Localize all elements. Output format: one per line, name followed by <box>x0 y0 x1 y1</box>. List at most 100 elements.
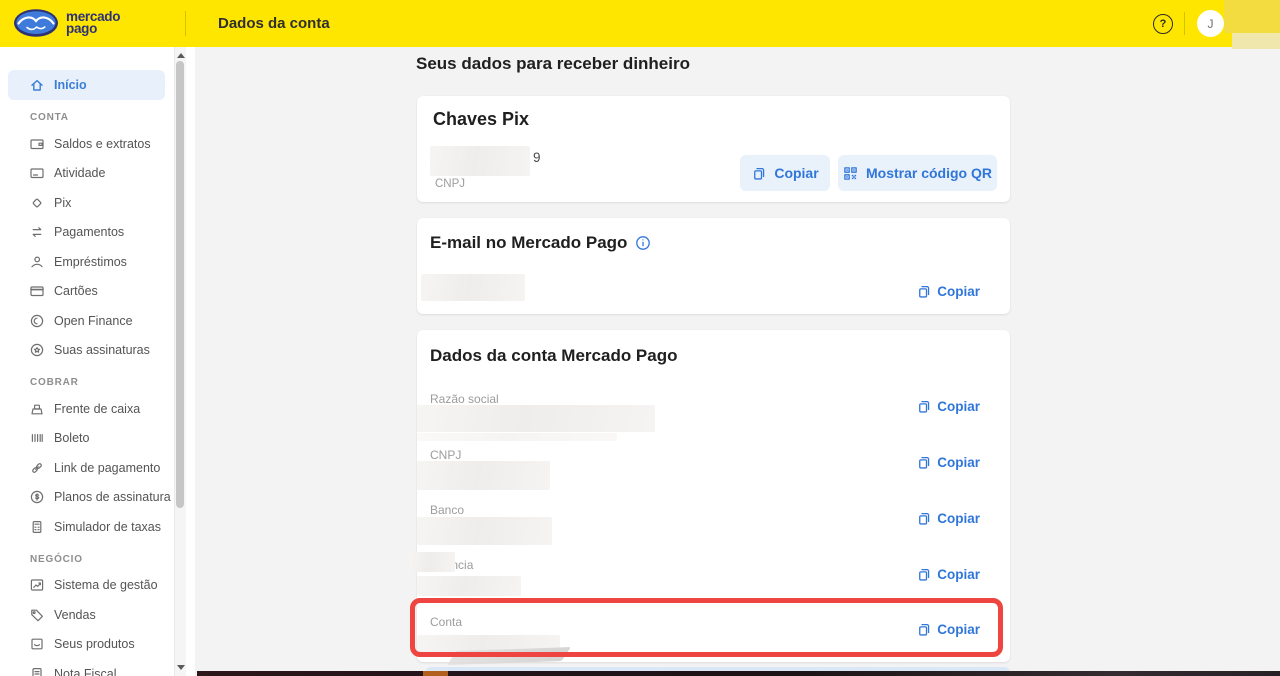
credit-card-icon <box>29 283 45 299</box>
email-card-title: E-mail no Mercado Pago <box>430 233 628 252</box>
box-icon <box>29 636 45 652</box>
sidebar-item-cartoes[interactable]: Cartões <box>0 277 195 307</box>
sidebar-item-label: Sistema de gestão <box>54 578 158 593</box>
sidebar-item-label: Suas assinaturas <box>54 343 150 358</box>
sidebar: Início CONTA Saldos e extratos Atividade… <box>0 47 195 676</box>
sidebar-item-vendas[interactable]: Vendas <box>0 600 195 630</box>
scroll-up-arrow-icon[interactable] <box>177 53 185 58</box>
header-divider <box>185 11 186 36</box>
pix-icon <box>29 195 45 211</box>
home-icon <box>29 77 45 93</box>
copy-icon <box>751 166 766 181</box>
qr-code-icon <box>843 166 858 181</box>
star-circle-icon <box>29 342 45 358</box>
copy-icon <box>916 511 931 526</box>
sidebar-item-sistema-de-gestao[interactable]: Sistema de gestão <box>0 571 195 601</box>
copy-cnpj-link[interactable]: Copiar <box>916 455 980 470</box>
sidebar-item-pix[interactable]: Pix <box>0 188 195 218</box>
tag-icon <box>29 607 45 623</box>
qr-button-label: Mostrar código QR <box>865 165 992 181</box>
copy-banco-link[interactable]: Copiar <box>916 511 980 526</box>
redacted-razao-social <box>417 405 655 432</box>
sidebar-item-label: Atividade <box>54 166 106 181</box>
sidebar-item-label: Saldos e extratos <box>54 136 151 151</box>
page-title: Dados da conta <box>218 15 330 32</box>
copy-razao-social-link[interactable]: Copiar <box>916 399 980 414</box>
document-icon <box>29 666 45 676</box>
copy-icon <box>916 284 931 299</box>
sidebar-item-emprestimos[interactable]: Empréstimos <box>0 247 195 277</box>
sidebar-item-nota-fiscal[interactable]: Nota Fiscal <box>0 659 195 676</box>
redacted-cnpj <box>417 461 550 490</box>
sidebar-scrollbar-thumb[interactable] <box>175 61 184 508</box>
sidebar-item-frente-de-caixa[interactable]: Frente de caixa <box>0 394 195 424</box>
copy-conta-link[interactable]: Copiar <box>916 622 980 637</box>
help-icon[interactable]: ? <box>1153 14 1173 34</box>
wallet-icon <box>29 136 45 152</box>
pix-card-title: Chaves Pix <box>433 109 530 129</box>
sidebar-item-label: Cartões <box>54 284 98 299</box>
show-qr-code-button[interactable]: Mostrar código QR <box>838 155 997 191</box>
sidebar-item-label: Vendas <box>54 607 96 622</box>
sidebar-item-label: Pix <box>54 195 72 210</box>
sidebar-item-pagamentos[interactable]: Pagamentos <box>0 218 195 248</box>
account-data-card: Dados da conta Mercado Pago Razão social… <box>409 330 1010 662</box>
sidebar-item-suas-assinaturas[interactable]: Suas assinaturas <box>0 336 195 366</box>
user-avatar[interactable]: J <box>1197 10 1224 37</box>
gray-redaction-smudge <box>447 647 571 665</box>
copy-agencia-link[interactable]: Copiar <box>916 567 980 582</box>
sidebar-item-label: Simulador de taxas <box>54 519 162 534</box>
activity-icon <box>29 165 45 181</box>
copy-pix-key-button[interactable]: Copiar <box>740 155 830 191</box>
copy-link-label: Copiar <box>937 455 980 470</box>
bottom-window-edge <box>197 671 1280 676</box>
sidebar-item-label: Boleto <box>54 431 90 446</box>
sidebar-item-label: Open Finance <box>54 313 133 328</box>
header-divider-right <box>1184 12 1185 35</box>
info-icon[interactable] <box>635 235 651 251</box>
sidebar-item-link-de-pagamento[interactable]: Link de pagamento <box>0 453 195 483</box>
calculator-icon <box>29 519 45 535</box>
field-label-razao-social: Razão social <box>430 392 499 406</box>
sidebar-section-negocio: NEGÓCIO <box>30 553 83 565</box>
copy-link-label: Copiar <box>937 567 980 582</box>
link-icon <box>29 460 45 476</box>
sidebar-section-cobrar: COBRAR <box>30 377 79 388</box>
copy-link-label: Copiar <box>937 511 980 526</box>
copy-link-label: Copiar <box>937 284 980 299</box>
redacted-username-patch-2 <box>1232 33 1280 49</box>
sidebar-item-planos-de-assinatura[interactable]: Planos de assinatura <box>0 483 195 513</box>
field-label-banco: Banco <box>430 503 465 517</box>
redacted-razao-social-2 <box>417 433 617 441</box>
sidebar-item-saldos-e-extratos[interactable]: Saldos e extratos <box>0 129 195 159</box>
sidebar-item-atividade[interactable]: Atividade <box>0 159 195 189</box>
redacted-agencia-label <box>409 552 455 572</box>
brand-wordmark: mercado pago <box>66 9 121 36</box>
sidebar-item-label: Frente de caixa <box>54 401 141 416</box>
sidebar-item-label: Nota Fiscal <box>54 666 117 676</box>
sidebar-item-inicio[interactable]: Início <box>8 70 165 100</box>
sidebar-section-conta: CONTA <box>30 112 69 123</box>
chart-icon <box>29 577 45 593</box>
barcode-icon <box>29 430 45 446</box>
section-heading: Seus dados para receber dinheiro <box>416 54 690 73</box>
redacted-username-patch <box>1224 0 1280 33</box>
copy-icon <box>916 567 931 582</box>
copy-link-label: Copiar <box>937 399 980 414</box>
scroll-down-arrow-icon[interactable] <box>177 665 185 670</box>
main-content: Seus dados para receber dinheiro Chaves … <box>195 47 1280 676</box>
sidebar-item-label: Planos de assinatura <box>54 490 171 505</box>
sidebar-item-boleto[interactable]: Boleto <box>0 424 195 454</box>
redacted-agencia-value <box>417 576 521 596</box>
pix-keys-card: Chaves Pix 9 CNPJ Copiar Mostrar código … <box>417 96 1010 202</box>
sidebar-item-seus-produtos[interactable]: Seus produtos <box>0 630 195 660</box>
copy-icon <box>916 455 931 470</box>
copy-email-link[interactable]: Copiar <box>916 284 980 299</box>
copy-link-label: Copiar <box>937 622 980 637</box>
sidebar-item-simulador-de-taxas[interactable]: Simulador de taxas <box>0 512 195 542</box>
top-bar: mercado pago Dados da conta ? J <box>0 0 1280 47</box>
help-glyph: ? <box>1159 18 1167 30</box>
sidebar-item-label: Seus produtos <box>54 637 135 652</box>
mercado-pago-logo[interactable]: mercado pago <box>13 8 120 38</box>
sidebar-item-open-finance[interactable]: Open Finance <box>0 306 195 336</box>
